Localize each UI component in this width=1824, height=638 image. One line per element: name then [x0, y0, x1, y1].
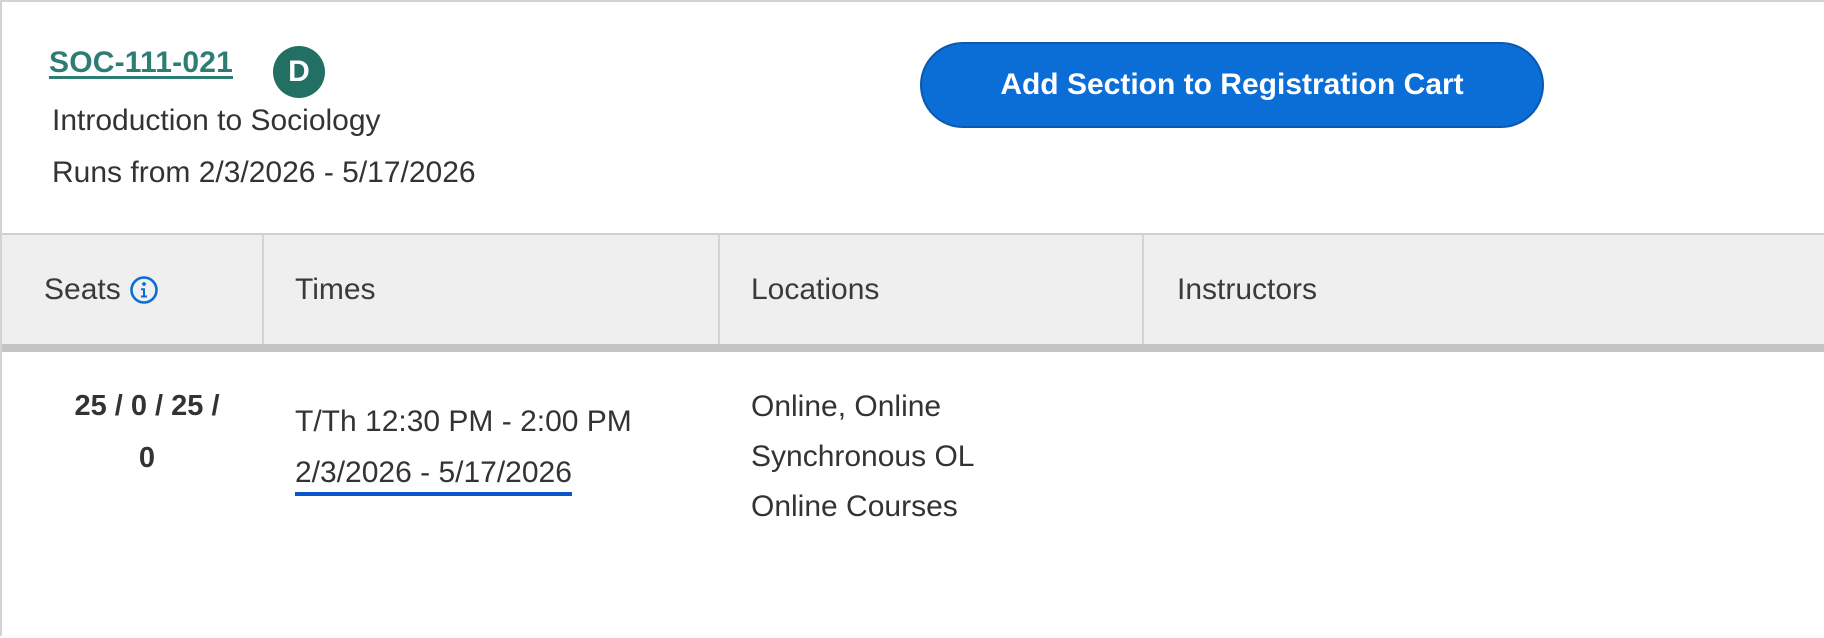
section-header: SOC-111-021 D Introduction to Sociology …	[2, 2, 1824, 233]
column-header-seats: Seats	[44, 235, 159, 344]
course-code-link[interactable]: SOC-111-021	[49, 46, 233, 80]
location-line: Online Courses	[751, 490, 958, 523]
seats-value-line1: 25 / 0 / 25 /	[74, 390, 220, 422]
column-divider	[718, 235, 720, 344]
seats-value: 25 / 0 / 25 / 0	[32, 380, 262, 484]
column-divider	[1142, 235, 1144, 344]
meeting-time: T/Th 12:30 PM - 2:00 PM	[295, 405, 632, 438]
info-circle-icon[interactable]	[129, 275, 159, 305]
course-title: Introduction to Sociology	[52, 104, 381, 137]
column-header-instructors: Instructors	[1177, 272, 1318, 306]
meeting-date-range-link[interactable]: 2/3/2026 - 5/17/2026	[295, 456, 572, 496]
table-row: 25 / 0 / 25 / 0 T/Th 12:30 PM - 2:00 PM …	[2, 352, 1824, 638]
location-line: Online, Online	[751, 390, 942, 423]
column-header-times: Times	[295, 272, 376, 306]
locations-list: Online, Online Synchronous OL Online Cou…	[751, 382, 974, 532]
table-header: Seats Times Locations Instructors	[2, 233, 1824, 344]
course-run-dates: Runs from 2/3/2026 - 5/17/2026	[52, 156, 476, 189]
add-to-cart-button[interactable]: Add Section to Registration Cart	[920, 42, 1544, 128]
table-header-rule	[2, 344, 1824, 352]
section-card: SOC-111-021 D Introduction to Sociology …	[0, 0, 1824, 636]
column-divider	[262, 235, 264, 344]
seats-value-line2: 0	[138, 442, 156, 474]
column-header-locations: Locations	[751, 272, 880, 306]
location-line: Synchronous OL	[751, 440, 975, 473]
delivery-badge: D	[273, 46, 325, 98]
seats-header-label: Seats	[44, 272, 121, 306]
